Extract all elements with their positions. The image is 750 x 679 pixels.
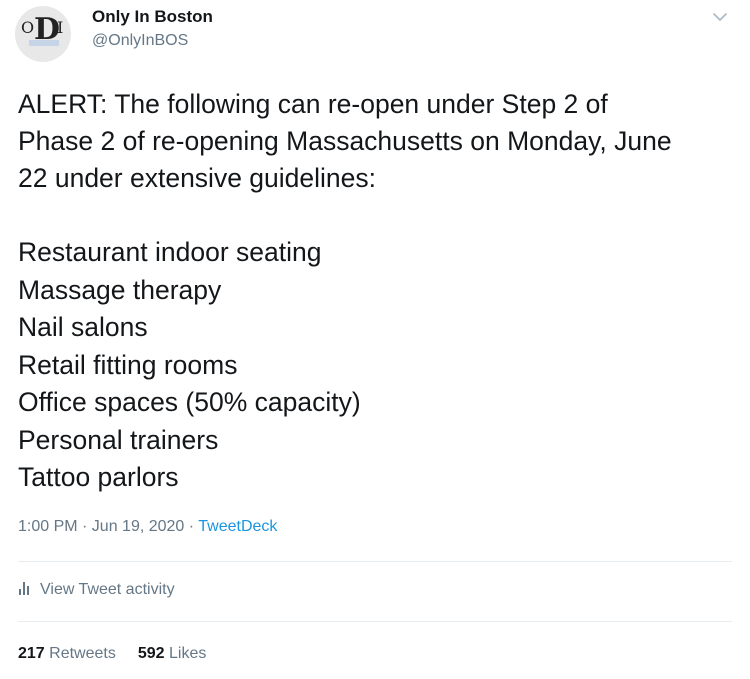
tweet-card: O D I Only In Boston @OnlyInBOS ALERT: T… xyxy=(0,0,750,679)
author-name[interactable]: Only In Boston xyxy=(92,7,213,27)
tweet-text: ALERT: The following can re-open under S… xyxy=(18,89,672,193)
tweet-list: Restaurant indoor seating Massage therap… xyxy=(18,234,738,497)
bar-chart-icon xyxy=(18,581,32,595)
likes-stat[interactable]: 592 Likes xyxy=(138,645,207,662)
avatar-monogram: O D I xyxy=(21,12,64,47)
list-item: Retail fitting rooms xyxy=(18,349,238,380)
view-activity-link[interactable]: View Tweet activity xyxy=(18,581,175,599)
list-item: Office spaces (50% capacity) xyxy=(18,387,361,417)
view-activity-label: View Tweet activity xyxy=(40,581,175,598)
chevron-down-icon[interactable] xyxy=(709,8,731,26)
divider xyxy=(18,621,732,622)
tweet-stats: 217 Retweets 592 Likes xyxy=(18,645,206,663)
author-handle[interactable]: @OnlyInBOS xyxy=(92,32,188,50)
list-item: Nail salons xyxy=(18,312,148,342)
divider xyxy=(18,561,732,562)
list-item: Tattoo parlors xyxy=(18,462,179,492)
list-item: Massage therapy xyxy=(18,274,222,305)
avatar[interactable]: O D I xyxy=(15,6,71,62)
retweets-stat[interactable]: 217 Retweets xyxy=(18,645,116,662)
list-item: Personal trainers xyxy=(18,424,219,455)
source-link[interactable]: TweetDeck xyxy=(198,518,277,535)
list-item: Restaurant indoor seating xyxy=(18,237,322,267)
timestamp[interactable]: 1:00 PM · Jun 19, 2020 · xyxy=(18,518,198,535)
tweet-meta: 1:00 PM · Jun 19, 2020 · TweetDeck xyxy=(18,518,277,536)
